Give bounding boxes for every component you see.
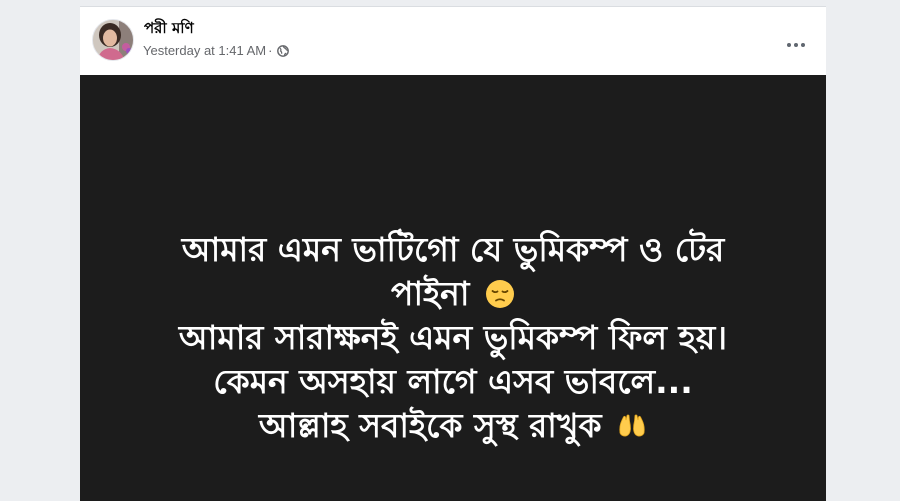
post-card: পরী মণি Yesterday at 1:41 AM · আমার এমন … xyxy=(80,6,826,501)
more-options-icon xyxy=(787,43,791,47)
meta-separator: · xyxy=(268,43,273,58)
post-text: আমার এমন ভাটিগো যে ভুমিকম্প ও টের পাইনা … xyxy=(100,228,806,448)
post-meta: Yesterday at 1:41 AM · xyxy=(143,43,290,59)
post-line-1: আমার এমন ভাটিগো যে ভুমিকম্প ও টের xyxy=(181,230,725,269)
post-line-4: কেমন অসহায় লাগে এসব ভাবলে... xyxy=(213,362,693,401)
avatar-photo xyxy=(93,20,133,60)
post-line-2: পাইনা xyxy=(391,274,470,313)
post-line-2-row: পাইনা xyxy=(100,272,806,316)
post-timestamp[interactable]: Yesterday at 1:41 AM xyxy=(143,43,266,59)
post-content-background: আমার এমন ভাটিগো যে ভুমিকম্প ও টের পাইনা … xyxy=(80,75,826,501)
raising-hands-emoji-icon xyxy=(617,408,647,438)
post-line-5: আল্লাহ সবাইকে সুস্থ রাখুক xyxy=(258,406,602,445)
author-avatar[interactable] xyxy=(92,19,134,61)
post-header: পরী মণি Yesterday at 1:41 AM · xyxy=(80,7,826,74)
globe-icon[interactable] xyxy=(277,45,290,57)
more-options-button[interactable] xyxy=(778,27,814,63)
post-line-3: আমার সারাক্ষনই এমন ভুমিকম্প ফিল হয়। xyxy=(178,318,728,357)
author-name[interactable]: পরী মণি xyxy=(144,18,194,38)
post-line-5-row: আল্লাহ সবাইকে সুস্থ রাখুক xyxy=(100,404,806,448)
pensive-face-emoji-icon xyxy=(485,276,515,308)
